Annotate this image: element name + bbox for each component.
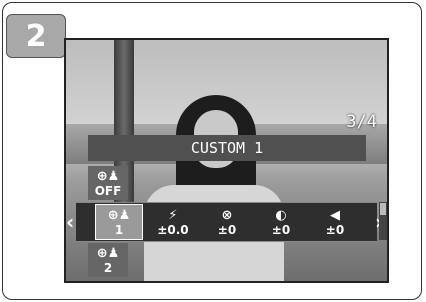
subject-tracking-icon: ⊕♟ [107, 207, 131, 223]
left-arrow-icon[interactable]: ‹ [66, 210, 74, 234]
setting-value: ±0 [325, 222, 345, 237]
frame-counter: 3/4 [346, 112, 377, 132]
setting-sharpness[interactable]: ◀ ±0 [312, 205, 358, 239]
setting-value: ±0 [271, 222, 291, 237]
settings-row: ⊕♟ 1 ⚡ ±0.0 ⊗ ±0 ◐ ±0 ◀ ±0 [76, 202, 377, 242]
saturation-icon: ⊗ [221, 207, 233, 223]
flash-compensation-icon: ⚡ [168, 207, 178, 223]
setting-value: 1 [114, 222, 124, 237]
setting-value: ±0.0 [157, 222, 189, 237]
subject-tracking-icon: ⊕♟ [96, 245, 120, 261]
setting-flash-compensation[interactable]: ⚡ ±0.0 [150, 205, 196, 239]
option-value: OFF [94, 183, 122, 198]
setting-contrast[interactable]: ◐ ±0 [258, 205, 304, 239]
scrollbar-thumb [380, 203, 386, 215]
setting-tracking-1[interactable]: ⊕♟ 1 [95, 204, 143, 240]
setting-saturation[interactable]: ⊗ ±0 [204, 205, 250, 239]
option-tracking-off[interactable]: ⊕♟ OFF [88, 166, 128, 200]
subject-tracking-icon: ⊕♟ [96, 168, 120, 184]
step-number-badge: 2 [6, 14, 66, 58]
camera-lcd-screen: 3/4 CUSTOM 1 ⊕♟ OFF ⊕♟ 1 ⚡ ±0.0 ⊗ ±0 ◐ ±… [64, 38, 389, 283]
mode-title-bar: CUSTOM 1 [88, 135, 366, 161]
option-tracking-2[interactable]: ⊕♟ 2 [88, 243, 128, 277]
setting-value: ±0 [217, 222, 237, 237]
option-value: 2 [103, 260, 113, 275]
contrast-icon: ◐ [275, 207, 287, 223]
sharpness-icon: ◀ [330, 207, 340, 223]
